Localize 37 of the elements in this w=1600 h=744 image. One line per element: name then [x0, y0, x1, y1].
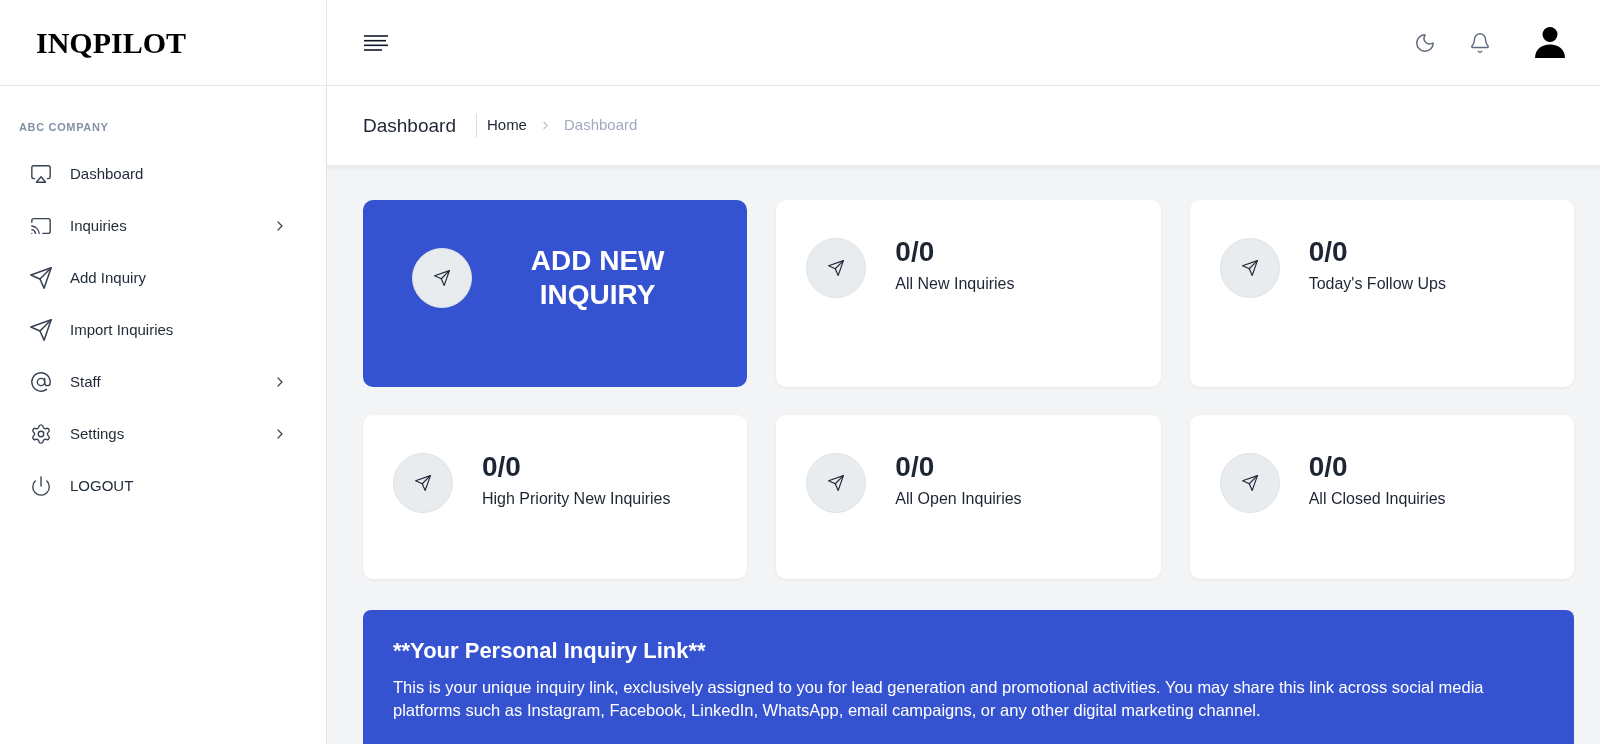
paper-plane-icon: [412, 248, 472, 308]
cast-icon: [30, 215, 52, 237]
bell-icon[interactable]: [1469, 31, 1491, 54]
paper-plane-icon: [30, 267, 52, 289]
sidebar-item[interactable]: Inquiries: [30, 200, 288, 252]
breadcrumb-current: Dashboard: [563, 115, 638, 136]
paper-plane-icon: [30, 319, 52, 341]
sidebar-item[interactable]: Dashboard: [30, 148, 288, 200]
sidebar-item[interactable]: Add Inquiry: [30, 252, 288, 304]
stat-label: Today's Follow Ups: [1308, 274, 1446, 294]
page-title: Dashboard: [363, 113, 456, 138]
stat-label: All New Inquiries: [895, 274, 1015, 294]
stat-value: 0/0: [895, 236, 936, 268]
stat-label: All Open Inquiries: [895, 489, 1022, 509]
add-inquiry-button[interactable]: ADD NEW INQUIRY: [363, 200, 748, 387]
settings-icon: [30, 423, 52, 445]
sidebar-item[interactable]: Import Inquiries: [30, 304, 288, 356]
breadcrumb-link[interactable]: Home: [486, 114, 527, 137]
at-sign-icon: [30, 371, 52, 393]
stat-value: 0/0: [1308, 451, 1349, 483]
panel-text: This is your unique inquiry link, exclusively assigned to you for lead generation and promotional activities. You may share this link across social media platforms such as Instagram, Facebook, LinkedIn, WhatsApp, email campaigns, or any other digital marketing channel.: [393, 677, 1485, 721]
sidebar-item[interactable]: Settings: [30, 408, 288, 460]
stat-value: 0/0: [482, 451, 522, 483]
menu-icon[interactable]: [364, 34, 388, 51]
sidebar-item[interactable]: Staff: [30, 356, 288, 408]
monitor-icon: [30, 163, 52, 185]
stat-label: High Priority New Inquiries: [482, 489, 671, 509]
panel-title: **Your Personal Inquiry Link**: [393, 638, 707, 664]
section-label: ABC COMPANY: [19, 120, 109, 134]
user-avatar-icon[interactable]: [1535, 27, 1565, 58]
moon-icon[interactable]: [1414, 31, 1436, 54]
power-icon: [30, 475, 52, 497]
stat-label: All Closed Inquiries: [1308, 489, 1446, 509]
sidebar-item[interactable]: LOGOUT: [30, 460, 288, 512]
logo: INQPILOT: [36, 27, 187, 58]
stat-value: 0/0: [1308, 236, 1349, 268]
stat-value: 0/0: [895, 451, 936, 483]
